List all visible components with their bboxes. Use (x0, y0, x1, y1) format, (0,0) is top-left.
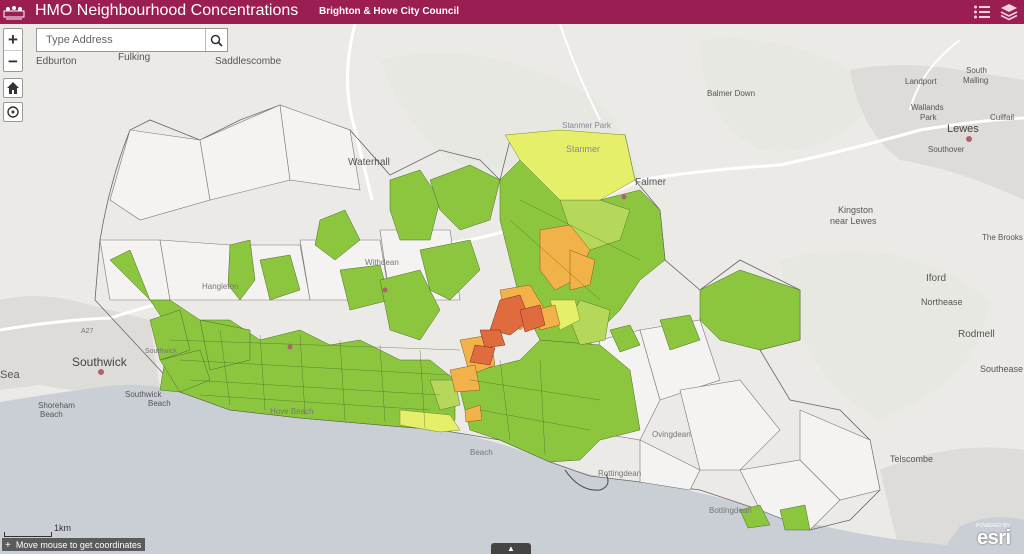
zoom-control: + − (3, 28, 23, 72)
place-label: Malling (963, 76, 988, 85)
zoom-in-button[interactable]: + (4, 29, 22, 50)
place-label: Sea (0, 369, 20, 381)
place-label: Beach (40, 410, 63, 419)
place-label: Park (920, 113, 937, 122)
legend-button[interactable] (972, 2, 992, 22)
zoom-out-button[interactable]: − (4, 51, 22, 72)
locate-button[interactable] (3, 102, 23, 122)
place-label: Rodmell (958, 329, 995, 340)
council-logo-icon (3, 6, 25, 20)
place-label: Ovingdean (652, 430, 691, 439)
place-label: Northease (921, 297, 963, 307)
place-label: Fulking (118, 52, 150, 63)
council-name: Brighton & Hove City Council (319, 6, 459, 17)
scale-bar: 1km (4, 523, 71, 537)
attribution-toggle[interactable]: ▲ (491, 543, 531, 554)
place-label: Wallands (911, 103, 944, 112)
crosshair-icon: + (5, 539, 11, 551)
address-search (36, 28, 228, 52)
map-canvas[interactable]: Edburton Fulking Saddlescombe Waterhall … (0, 24, 1024, 554)
place-label: Cuilfail (990, 113, 1014, 122)
place-label: Southwick (125, 390, 162, 399)
app-root: HMO Neighbourhood Concentrations Brighto… (0, 0, 1024, 554)
place-label: Stanmer (566, 144, 600, 154)
place-label: Shoreham (38, 401, 75, 410)
coordinates-text: Move mouse to get coordinates (15, 540, 142, 550)
map-view[interactable]: Edburton Fulking Saddlescombe Waterhall … (0, 24, 1024, 554)
scale-label: 1km (54, 523, 72, 533)
place-label: Southover (928, 145, 965, 154)
place-label: Stanmer Park (562, 121, 612, 130)
place-label: Saddlescombe (215, 56, 282, 67)
esri-logo[interactable]: esri (977, 527, 1011, 550)
place-label: Bottingdean (709, 506, 752, 515)
place-label: Landport (905, 77, 937, 86)
locate-icon (7, 106, 19, 118)
place-label: near Lewes (830, 216, 877, 226)
place-label: South (966, 66, 987, 75)
home-icon (7, 82, 19, 94)
search-input[interactable] (37, 29, 205, 51)
app-title: HMO Neighbourhood Concentrations (35, 2, 299, 19)
place-label: Lewes (947, 123, 979, 135)
place-label: Waterhall (348, 157, 390, 168)
place-label: Southwick (145, 348, 177, 355)
place-label: Kingston (838, 205, 873, 215)
place-label: Beach (148, 399, 171, 408)
app-header: HMO Neighbourhood Concentrations Brighto… (0, 0, 1024, 24)
place-label: Falmer (635, 177, 667, 188)
place-label: Edburton (36, 56, 77, 67)
place-label: A27 (81, 328, 94, 335)
list-icon (974, 5, 990, 19)
place-label: Beach (470, 448, 493, 457)
place-label: Southwick (72, 355, 128, 369)
search-icon (210, 34, 223, 47)
place-label: Hove Beach (270, 407, 314, 416)
scale-bar-line (4, 532, 52, 537)
place-label: Balmer Down (707, 89, 755, 98)
coordinates-display[interactable]: + Move mouse to get coordinates (2, 538, 146, 551)
place-label: Telscombe (890, 454, 933, 464)
home-button[interactable] (3, 78, 23, 98)
place-label: Iford (926, 273, 946, 284)
place-label: Hangleton (202, 282, 238, 291)
place-label: Withdean (365, 258, 399, 267)
place-label: Southease (980, 364, 1023, 374)
search-button[interactable] (205, 29, 227, 51)
layers-icon (1000, 4, 1018, 21)
place-label: The Brooks (982, 233, 1023, 242)
layers-button[interactable] (999, 2, 1019, 22)
place-label: Rottingdean (598, 469, 641, 478)
